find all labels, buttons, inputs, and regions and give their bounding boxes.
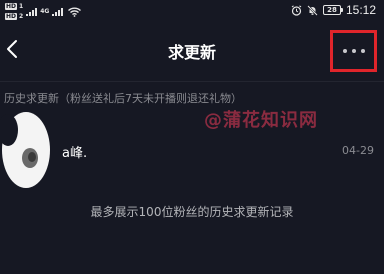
list-item[interactable]: a峰. 04-29: [0, 110, 384, 190]
sim-indicators: HD 1 HD 2: [5, 2, 23, 21]
nav-bar: 求更新: [0, 24, 384, 76]
hd-badge-2: HD: [5, 13, 18, 20]
hd-num-2: 2: [19, 13, 24, 20]
section-header: 历史求更新（粉丝送礼后7天未开播则退还礼物）: [4, 92, 242, 105]
page-title: 求更新: [167, 43, 216, 62]
hd-badge-1: HD: [5, 3, 18, 10]
more-options-button[interactable]: [330, 30, 377, 72]
battery-icon: 28: [322, 5, 343, 15]
mute-bell-icon: [307, 4, 318, 16]
user-name: a峰.: [62, 146, 88, 161]
signal-icon-2: [52, 7, 64, 16]
status-right: 28 15:12: [291, 3, 376, 17]
page: HD 1 HD 2 4G 28 15:12 求更新 历史求更新（粉丝送礼后7天未…: [0, 0, 384, 274]
hd-num-1: 1: [19, 3, 24, 10]
status-time: 15:12: [345, 3, 376, 17]
network-type: 4G: [40, 8, 50, 15]
status-bar: HD 1 HD 2 4G 28 15:12: [0, 0, 384, 24]
more-dot: [351, 49, 356, 53]
signal-icon-1: [26, 7, 38, 16]
header-divider: [0, 81, 384, 82]
wifi-icon: [68, 7, 82, 17]
avatar[interactable]: [0, 110, 56, 190]
footer-note: 最多展示100位粉丝的历史求更新记录: [90, 205, 294, 219]
status-left: HD 1 HD 2 4G: [5, 2, 82, 21]
more-dot: [360, 49, 365, 53]
alarm-icon: [291, 4, 302, 16]
more-dot: [342, 49, 347, 53]
sim-2: HD 2: [5, 12, 23, 21]
sim-1: HD 1: [5, 2, 23, 11]
request-date: 04-29: [342, 144, 374, 157]
